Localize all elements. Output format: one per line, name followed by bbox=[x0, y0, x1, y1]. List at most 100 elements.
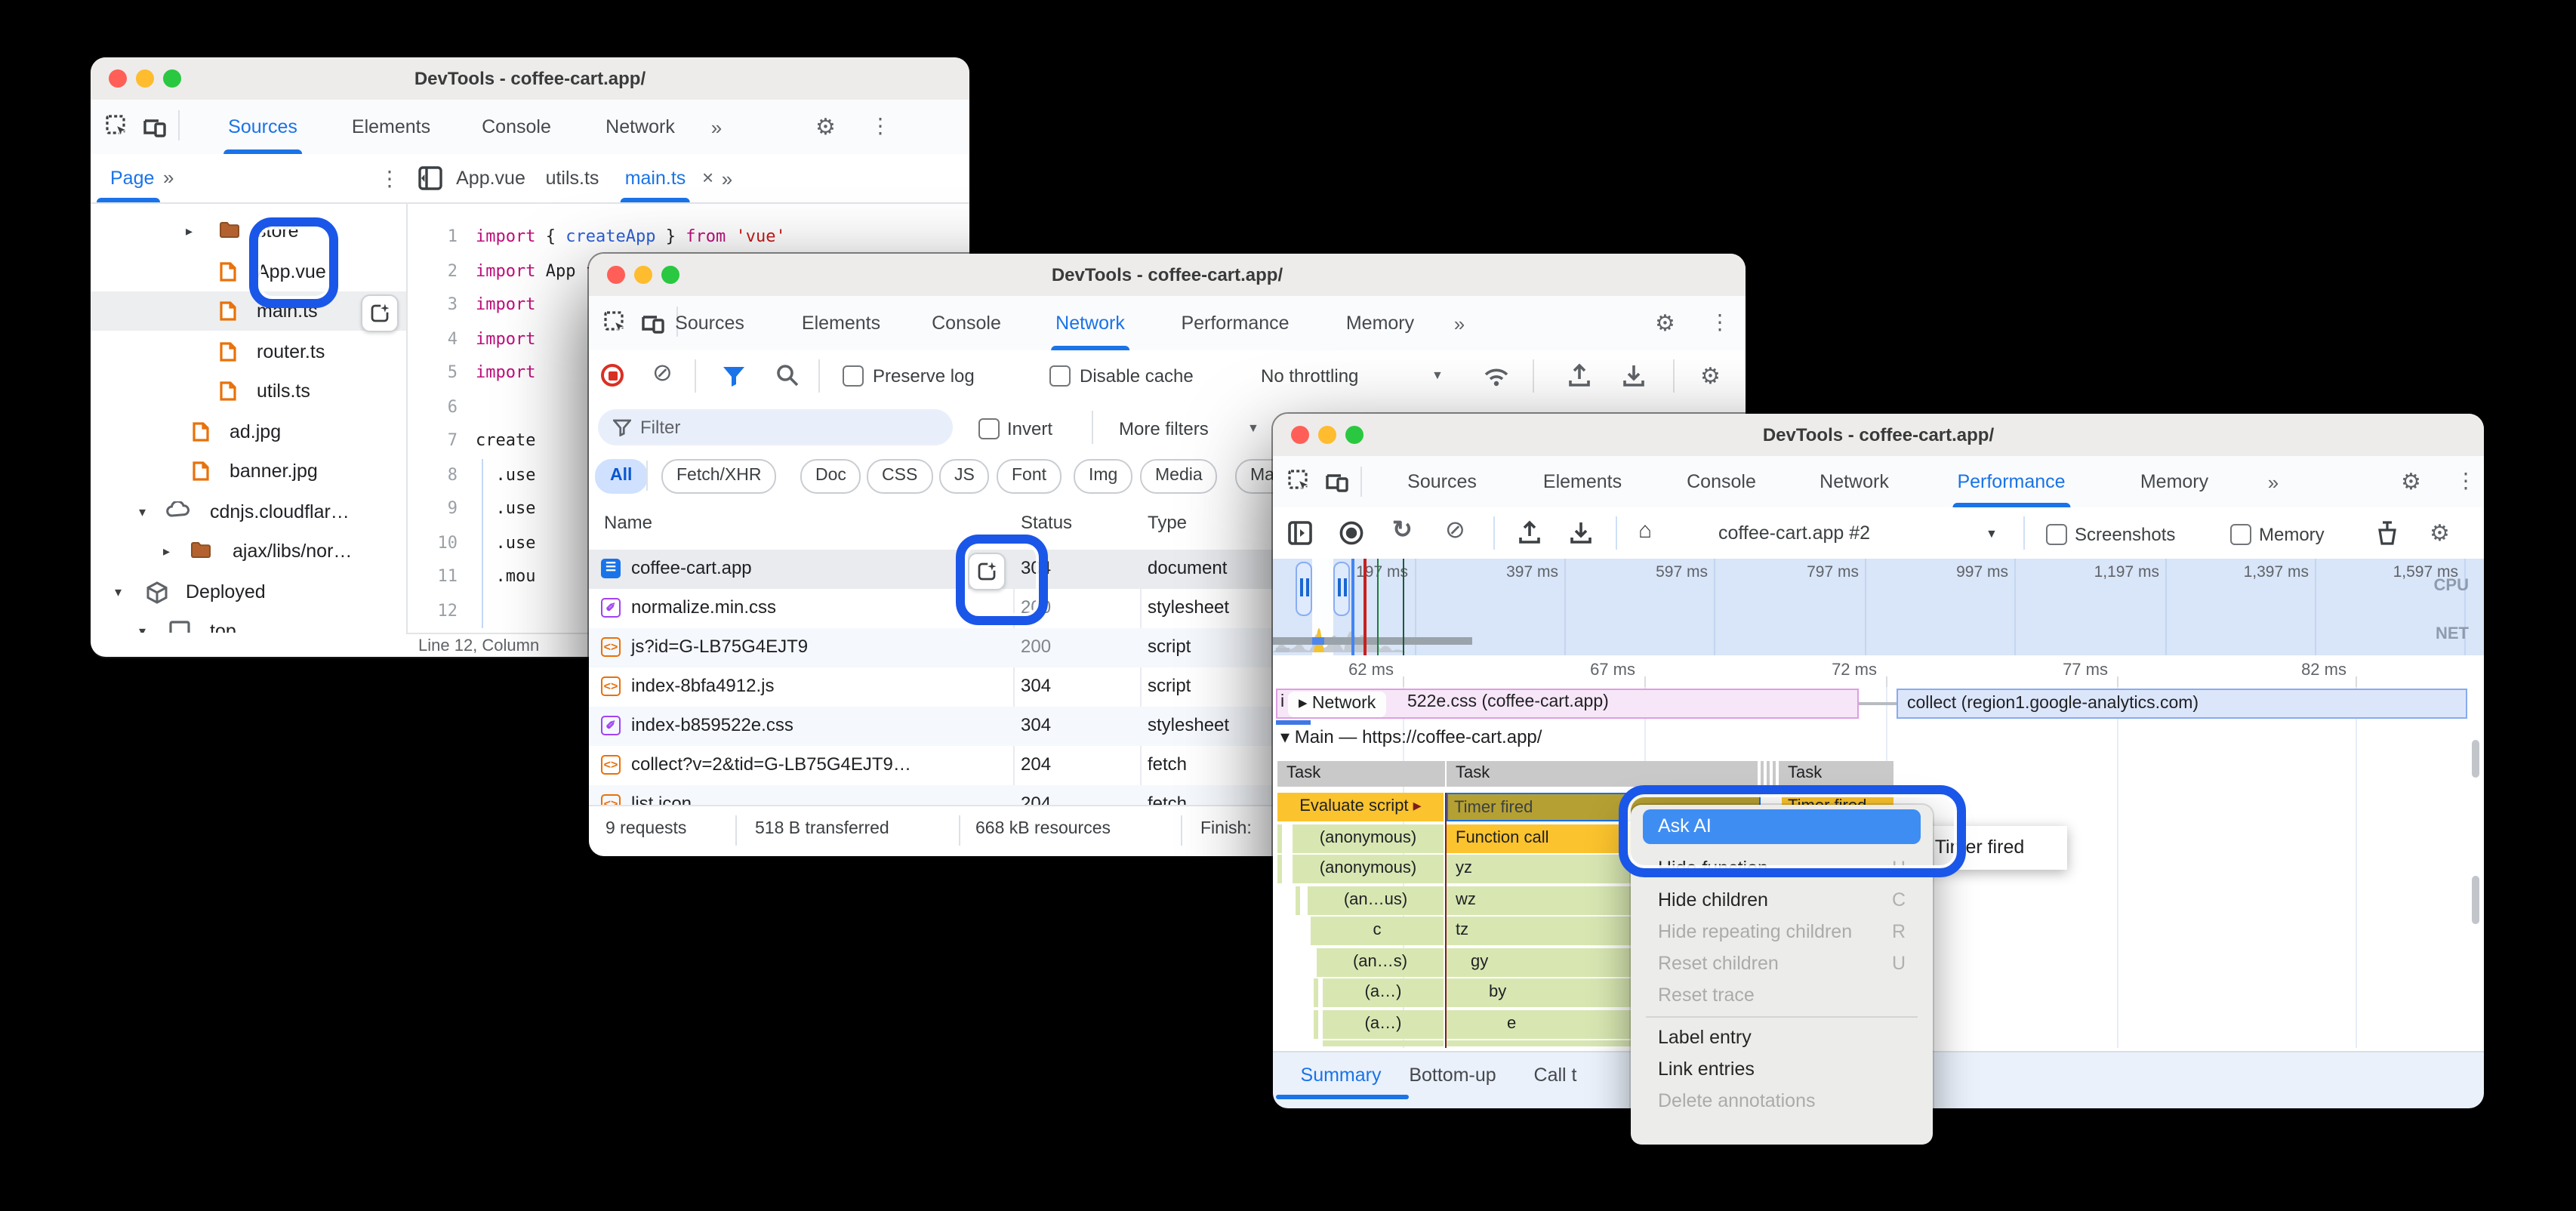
timeline-overview[interactable]: 197 ms 397 ms 597 ms 797 ms 997 ms 1,197 ms 1,… bbox=[1273, 559, 2484, 655]
tree-item-App-vue[interactable]: App.vue bbox=[91, 251, 406, 291]
tree-item-cdnjs-cloudflar-[interactable]: ▾ cdnjs.cloudflar… bbox=[91, 491, 406, 531]
tab-performance[interactable]: Performance bbox=[1176, 296, 1293, 350]
inspect-icon[interactable] bbox=[106, 115, 130, 139]
sidebar-menu-icon[interactable]: ⋮ bbox=[379, 154, 400, 202]
session-select[interactable]: coffee-cart.app #2 bbox=[1718, 522, 1870, 544]
more-tabs-icon[interactable]: » bbox=[2263, 456, 2282, 507]
chevron-down-icon[interactable]: ▾ bbox=[139, 491, 146, 531]
column-header-type[interactable]: Type bbox=[1148, 512, 1187, 533]
record-icon[interactable] bbox=[1339, 521, 1363, 545]
close-tab-icon[interactable]: × bbox=[702, 154, 713, 202]
tree-item-Deployed[interactable]: ▾ Deployed bbox=[91, 572, 406, 611]
flame-bar-(anonymous)[interactable]: (anonymous) bbox=[1293, 824, 1444, 852]
network-track-label[interactable]: ▸ Network bbox=[1288, 691, 1387, 716]
menu-kebab-icon[interactable]: ⋮ bbox=[1709, 310, 1730, 335]
more-filters-dropdown[interactable]: More filters bbox=[1119, 418, 1209, 439]
filter-chip-font[interactable]: Font bbox=[997, 459, 1062, 494]
tab-console[interactable]: Console bbox=[927, 296, 1006, 350]
code-line[interactable]: import bbox=[476, 356, 536, 390]
tab-network[interactable]: Network bbox=[601, 100, 679, 154]
tree-item-store[interactable]: ▸ store bbox=[91, 211, 406, 251]
flame-bar-(an…us)[interactable]: (an…us) bbox=[1308, 886, 1444, 914]
flame-bar-(a…)[interactable]: (a…) bbox=[1323, 1009, 1444, 1038]
scrollbar-thumb[interactable] bbox=[2472, 740, 2479, 778]
bottom-tab-summary[interactable]: Summary bbox=[1296, 1052, 1386, 1098]
tab-memory[interactable]: Memory bbox=[1342, 296, 1419, 350]
tab-network[interactable]: Network bbox=[1051, 296, 1129, 350]
more-filters-arrow[interactable]: ▼ bbox=[1247, 421, 1259, 435]
tab-network[interactable]: Network bbox=[1815, 456, 1893, 507]
chevron-right-icon[interactable]: ▸ bbox=[186, 211, 193, 251]
titlebar[interactable]: DevTools - coffee-cart.app/ bbox=[91, 57, 969, 101]
tab-elements[interactable]: Elements bbox=[347, 100, 435, 154]
sidebar-tab-page[interactable]: Page bbox=[110, 154, 154, 202]
tab-console[interactable]: Console bbox=[477, 100, 556, 154]
menu-item-label-entry[interactable]: Label entry bbox=[1643, 1022, 1921, 1054]
invert-label[interactable]: Invert bbox=[1007, 418, 1052, 439]
menu-item-hide-children[interactable]: Hide children C bbox=[1643, 885, 1921, 917]
memory-checkbox[interactable] bbox=[2230, 524, 2251, 545]
ai-assistance-button[interactable] bbox=[361, 294, 399, 331]
device-toolbar-icon[interactable] bbox=[1324, 470, 1350, 494]
device-toolbar-icon[interactable] bbox=[640, 311, 666, 335]
main-track-header[interactable]: ▾ Main — https://coffee-cart.app/ bbox=[1280, 726, 1542, 755]
flame-bar-sliver[interactable] bbox=[1323, 1040, 1444, 1046]
memory-label[interactable]: Memory bbox=[2259, 524, 2325, 545]
network-request-bar-collect[interactable]: collect (region1.google-analytics.com) bbox=[1897, 689, 2467, 719]
tree-item-banner-jpg[interactable]: banner.jpg bbox=[91, 451, 406, 491]
tab-sources[interactable]: Sources bbox=[223, 100, 302, 154]
code-line[interactable]: create bbox=[476, 424, 536, 458]
tree-item-utils-ts[interactable]: utils.ts bbox=[91, 371, 406, 411]
code-line[interactable]: import { createApp } from 'vue' bbox=[476, 220, 786, 254]
filter-chip-img[interactable]: Img bbox=[1074, 459, 1133, 494]
tree-item-ajax-libs-nor-[interactable]: ▸ ajax/libs/nor… bbox=[91, 532, 406, 571]
tab-console[interactable]: Console bbox=[1682, 456, 1761, 507]
tab-elements[interactable]: Elements bbox=[1539, 456, 1626, 507]
export-har-icon[interactable] bbox=[1622, 362, 1646, 388]
record-network-log-icon[interactable] bbox=[601, 364, 624, 387]
preserve-log-label[interactable]: Preserve log bbox=[873, 365, 975, 387]
filter-chip-all[interactable]: All bbox=[595, 459, 648, 494]
tree-item-top[interactable]: ▾ top bbox=[91, 612, 406, 633]
menu-item-link-entries[interactable]: Link entries bbox=[1643, 1054, 1921, 1086]
more-tabs-icon[interactable]: » bbox=[1450, 296, 1468, 350]
flame-bar-(a…)[interactable]: (a…) bbox=[1323, 978, 1444, 1007]
record-and-reload-icon[interactable]: ↻ bbox=[1392, 515, 1413, 545]
code-line[interactable]: .use bbox=[476, 492, 535, 525]
tree-item-main-ts[interactable]: main.ts bbox=[91, 291, 406, 331]
clear-recording-icon[interactable]: ⊘ bbox=[1445, 515, 1465, 545]
capture-settings-gear-icon[interactable]: ⚙ bbox=[2430, 519, 2450, 547]
code-line[interactable]: import bbox=[476, 288, 536, 322]
network-conditions-icon[interactable] bbox=[1483, 362, 1510, 390]
column-header-name[interactable]: Name bbox=[604, 512, 652, 533]
chevron-down-icon[interactable]: ▾ bbox=[139, 612, 146, 633]
network-settings-gear-icon[interactable]: ⚙ bbox=[1700, 362, 1721, 390]
clear-network-log-icon[interactable]: ⊘ bbox=[652, 358, 673, 388]
titlebar[interactable]: DevTools - coffee-cart.app/ bbox=[1273, 414, 2484, 458]
sidebar-more-tabs-icon[interactable]: » bbox=[163, 154, 174, 202]
bottom-tab-call-t[interactable]: Call t bbox=[1530, 1052, 1582, 1098]
more-tabs-icon[interactable]: » bbox=[707, 100, 725, 154]
toggle-sidebar-icon[interactable] bbox=[1288, 521, 1312, 545]
filter-chip-css[interactable]: CSS bbox=[867, 459, 933, 494]
tab-sources[interactable]: Sources bbox=[670, 296, 749, 350]
filter-chip-media[interactable]: Media bbox=[1140, 459, 1218, 494]
throttling-dropdown-arrow[interactable]: ▼ bbox=[1431, 368, 1444, 382]
settings-gear-icon[interactable]: ⚙ bbox=[815, 113, 836, 140]
chevron-right-icon[interactable]: ▸ bbox=[163, 532, 170, 571]
filter-chip-fetch-xhr[interactable]: Fetch/XHR bbox=[661, 459, 777, 494]
inspect-icon[interactable] bbox=[604, 311, 628, 335]
editor-tab-App-vue[interactable]: App.vue bbox=[451, 154, 530, 202]
settings-gear-icon[interactable]: ⚙ bbox=[1655, 310, 1675, 337]
flame-bar-(an…s)[interactable]: (an…s) bbox=[1317, 948, 1444, 976]
column-header-status[interactable]: Status bbox=[1021, 512, 1072, 533]
filter-chip-doc[interactable]: Doc bbox=[800, 459, 861, 494]
flame-bar-(anonymous)[interactable]: (anonymous) bbox=[1293, 855, 1444, 883]
settings-gear-icon[interactable]: ⚙ bbox=[2401, 468, 2421, 495]
disable-cache-checkbox[interactable] bbox=[1049, 365, 1071, 387]
throttling-select[interactable]: No throttling bbox=[1261, 365, 1358, 387]
home-icon[interactable]: ⌂ bbox=[1638, 518, 1652, 544]
more-editor-tabs-icon[interactable]: » bbox=[717, 154, 735, 202]
filter-chip-js[interactable]: JS bbox=[939, 459, 990, 494]
code-line[interactable]: .mou bbox=[476, 560, 535, 593]
